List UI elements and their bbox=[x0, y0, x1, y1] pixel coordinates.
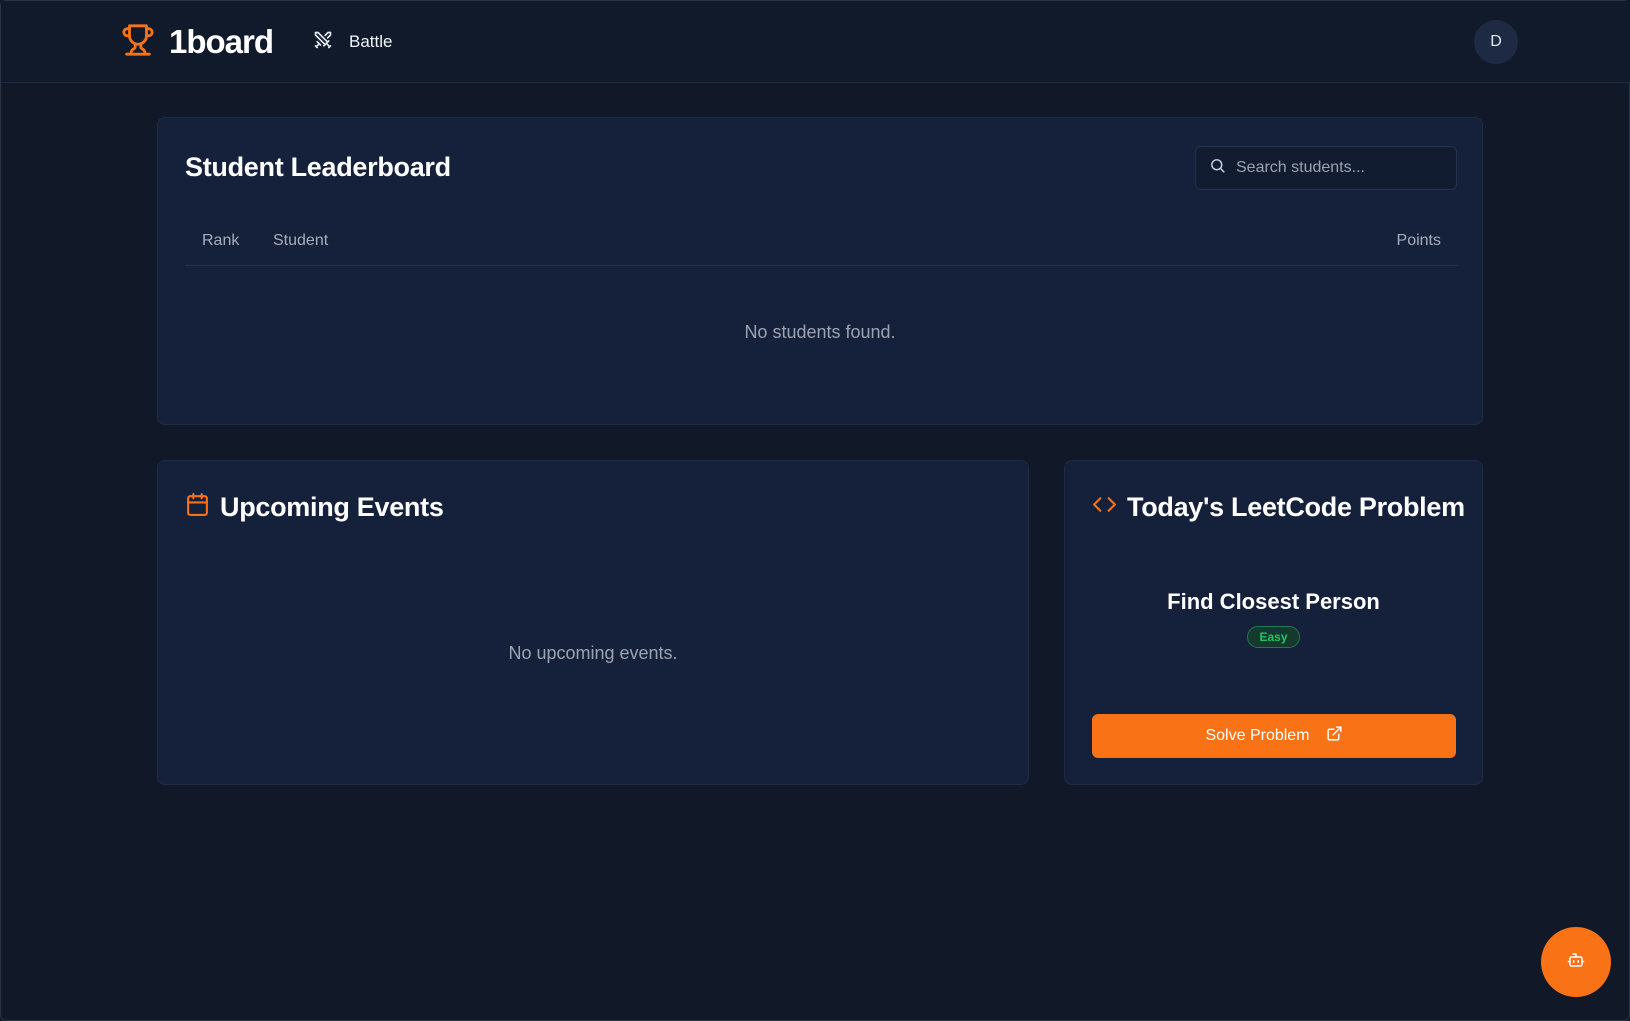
empty-state-message: No students found. bbox=[744, 322, 896, 342]
table-header: Rank Student Points bbox=[185, 226, 1458, 266]
events-title: Upcoming Events bbox=[220, 491, 444, 522]
code-icon bbox=[1092, 492, 1117, 522]
difficulty-row: Easy bbox=[1065, 626, 1482, 648]
solve-button-label: Solve Problem bbox=[1205, 727, 1310, 744]
external-link-icon bbox=[1326, 725, 1343, 747]
column-header-student: Student bbox=[273, 232, 329, 249]
brand[interactable]: 1board bbox=[121, 22, 274, 63]
events-heading: Upcoming Events bbox=[185, 487, 444, 527]
trophy-icon bbox=[121, 22, 155, 63]
crossed-swords-icon bbox=[313, 30, 333, 55]
chatbot-button[interactable] bbox=[1541, 927, 1611, 997]
brand-name: 1board bbox=[169, 23, 274, 60]
leaderboard-card: Student Leaderboard Rank Student Points … bbox=[157, 117, 1483, 425]
search-icon bbox=[1209, 157, 1226, 179]
avatar[interactable]: D bbox=[1474, 20, 1518, 64]
leetcode-heading: Today's LeetCode Problem bbox=[1092, 487, 1465, 527]
leaderboard-title: Student Leaderboard bbox=[185, 152, 451, 182]
nav-item-label: Battle bbox=[349, 32, 393, 51]
top-nav: 1board Battle D bbox=[1, 1, 1630, 83]
column-header-rank: Rank bbox=[202, 232, 240, 249]
leetcode-title: Today's LeetCode Problem bbox=[1127, 491, 1465, 522]
app-window: 1board Battle D Student Leaderboard Sear… bbox=[0, 0, 1630, 1021]
search-input[interactable] bbox=[1236, 159, 1446, 177]
nav-item-battle[interactable]: Battle bbox=[313, 29, 392, 55]
calendar-icon bbox=[185, 492, 210, 522]
bot-icon bbox=[1567, 951, 1585, 974]
solve-problem-button[interactable]: Solve Problem bbox=[1092, 714, 1456, 758]
problem-name: Find Closest Person bbox=[1167, 589, 1380, 614]
leetcode-card: Today's LeetCode Problem Find Closest Pe… bbox=[1064, 460, 1483, 785]
upcoming-events-card: Upcoming Events No upcoming events. bbox=[157, 460, 1029, 785]
empty-state-message: No upcoming events. bbox=[508, 643, 678, 663]
search-field[interactable] bbox=[1195, 146, 1457, 190]
column-header-points: Points bbox=[1396, 232, 1441, 249]
difficulty-badge: Easy bbox=[1247, 626, 1300, 648]
